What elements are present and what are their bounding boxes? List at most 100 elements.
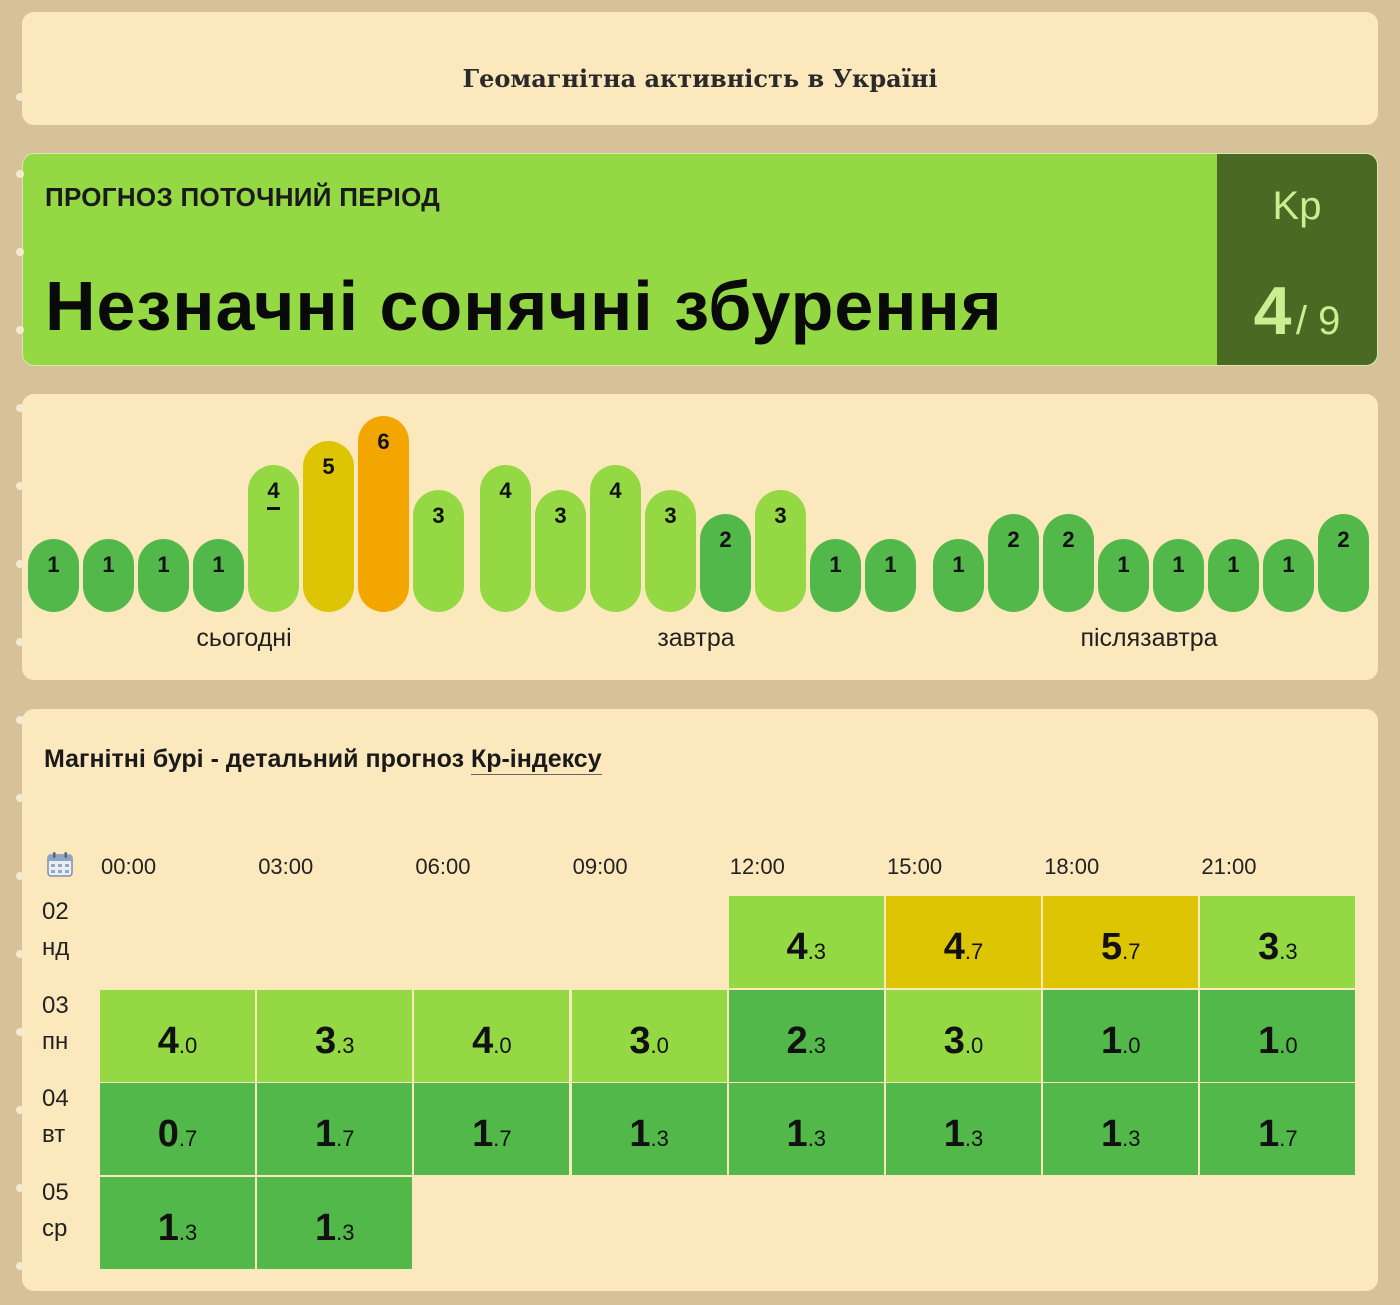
kp-bar: 1 <box>1208 539 1259 612</box>
kp-decimal: .3 <box>807 1032 827 1058</box>
kp-index-link[interactable]: Кр-індексу <box>470 745 602 775</box>
time-label: 06:00 <box>415 854 471 879</box>
kp-bar: 6 <box>358 416 409 612</box>
kp-cell-value: 3.0 <box>886 1020 1041 1063</box>
kp-cell-value: 1.7 <box>1200 1113 1355 1156</box>
kp-max: / 9 <box>1295 299 1341 343</box>
kp-cell-value: 1.3 <box>1043 1113 1198 1156</box>
kp-bar: 1 <box>1098 539 1149 612</box>
row-weekday: вт <box>42 1121 66 1148</box>
kp-bar-value: 1 <box>829 552 842 577</box>
kp-cell: 0.7 <box>100 1083 255 1175</box>
row-date-label: 05 ср <box>42 1175 82 1247</box>
row-date: 04 <box>42 1085 69 1112</box>
kp-bar-value: 2 <box>719 527 732 553</box>
kp-bar: 5 <box>303 440 354 612</box>
kp-bar: 1 <box>810 539 861 612</box>
kp-integer: 0 <box>157 1113 179 1155</box>
kp-bar: 1 <box>865 539 916 612</box>
kp-bar: 1 <box>933 539 984 612</box>
table-title: Магнітні бурі - детальний прогноз Кр-інд… <box>44 745 602 775</box>
kp-cell: 1.3 <box>728 1083 884 1175</box>
kp-decimal: .0 <box>1279 1032 1298 1058</box>
kp-cell-value: 1.3 <box>100 1207 255 1250</box>
kp-integer: 1 <box>629 1113 651 1155</box>
kp-integer: 1 <box>1258 1113 1280 1155</box>
kp-bar: 3 <box>413 489 464 612</box>
kp-integer: 4 <box>786 926 808 968</box>
time-label: 12:00 <box>729 854 785 879</box>
kp-bar: 2 <box>700 514 751 612</box>
kp-bar-value: 1 <box>102 552 115 577</box>
day-label: сьогодні <box>196 624 292 652</box>
kp-integer: 3 <box>629 1019 651 1062</box>
row-date-label: 04 вт <box>42 1081 82 1153</box>
kp-cell-value: 1.3 <box>572 1113 727 1156</box>
table-title-text: Магнітні бурі - детальний прогноз <box>44 745 471 773</box>
kp-integer: 5 <box>1100 926 1123 968</box>
kp-decimal: .0 <box>493 1032 512 1058</box>
kp-integer: 4 <box>943 926 965 968</box>
kp-cell-value: 2.3 <box>729 1020 884 1063</box>
kp-bar-value: 6 <box>377 429 390 454</box>
kp-bar: 4 <box>590 465 641 612</box>
kp-cell-value: 1.0 <box>1200 1020 1355 1063</box>
time-label: 21:00 <box>1201 854 1257 879</box>
kp-cell: 3.3 <box>257 989 413 1082</box>
forecast-headline: Незначні сонячні збурення <box>45 267 1003 345</box>
kp-cell: 1.3 <box>1043 1083 1199 1175</box>
kp-cell: 4.7 <box>886 896 1041 988</box>
kp-index-box: Kp 4 / 9 <box>1217 154 1377 365</box>
kp-cell: 3.0 <box>886 989 1041 1082</box>
kp-bar-value: 4 <box>499 478 512 504</box>
kp-bar-value: 4 <box>267 478 280 504</box>
kp-bar-value: 1 <box>1227 552 1240 577</box>
kp-bar: 1 <box>1153 539 1204 612</box>
kp-cell: 1.7 <box>1200 1083 1356 1175</box>
kp-decimal: .7 <box>178 1126 198 1151</box>
kp-integer: 1 <box>157 1206 179 1249</box>
kp-cell: 1.0 <box>1200 989 1356 1082</box>
kp-cell: 1.3 <box>257 1176 413 1269</box>
kp-cell-value: 1.7 <box>414 1113 569 1156</box>
kp-cell: 4.0 <box>414 989 570 1082</box>
current-period-marker <box>267 507 280 511</box>
kp-cell-value: 3.3 <box>257 1020 412 1063</box>
kp-integer: 1 <box>786 1113 808 1155</box>
header-card: Геомагнітна активність в Україні <box>22 12 1378 125</box>
kp-bar-value: 3 <box>432 502 445 528</box>
kp-cell: 5.7 <box>1043 896 1199 988</box>
day-label: післязавтра <box>1080 624 1218 652</box>
kp-cell: 1.3 <box>571 1083 727 1175</box>
kp-bar-value: 3 <box>774 502 787 528</box>
kp-bar-value: 2 <box>1337 527 1350 553</box>
kp-integer: 3 <box>314 1019 337 1062</box>
kp-bar: 3 <box>645 489 696 612</box>
kp-bar-value: 5 <box>322 453 335 479</box>
kp-bars-chart: 1 1 1 1 4 5 6 3 сьогодні 4 3 4 3 2 3 1 1 завтра 1 2 2 1 1 1 1 2 пі… <box>22 394 1378 680</box>
kp-cell-value: 1.3 <box>257 1207 412 1250</box>
kp-bar-value: 1 <box>157 552 170 577</box>
time-label: 00:00 <box>101 854 157 879</box>
kp-bar-value: 2 <box>1062 527 1075 553</box>
kp-cell-value: 1.0 <box>1043 1020 1198 1063</box>
kp-cell: 3.0 <box>571 989 727 1082</box>
kp-bar-value: 3 <box>664 502 677 528</box>
day-label: завтра <box>657 624 735 652</box>
calendar-icon <box>47 851 73 882</box>
kp-cell: 1.0 <box>1043 989 1199 1082</box>
time-label: 03:00 <box>258 854 314 879</box>
kp-cell: 1.3 <box>100 1176 255 1269</box>
kp-decimal: .7 <box>964 939 984 964</box>
kp-decimal: .0 <box>178 1032 198 1058</box>
kp-decimal: .3 <box>1279 939 1298 964</box>
kp-decimal: .3 <box>336 1219 355 1245</box>
kp-bar-value: 1 <box>1282 552 1295 577</box>
kp-integer: 1 <box>943 1113 965 1155</box>
kp-decimal: .3 <box>650 1126 669 1151</box>
row-weekday: ср <box>42 1214 68 1242</box>
kp-cell-value: 1.7 <box>257 1113 412 1156</box>
kp-integer: 1 <box>314 1113 337 1155</box>
kp-bar-value: 1 <box>47 552 60 577</box>
time-label: 09:00 <box>572 854 628 879</box>
